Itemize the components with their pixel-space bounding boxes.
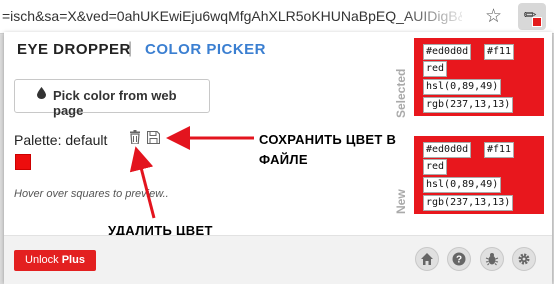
new-rgb[interactable]: rgb(237,13,13) bbox=[423, 195, 514, 211]
selected-hex[interactable]: #ed0d0d bbox=[423, 44, 472, 60]
selected-rgb[interactable]: rgb(237,13,13) bbox=[423, 97, 514, 113]
selected-name[interactable]: red bbox=[423, 61, 448, 77]
selected-color-panel: Selected #ed0d0d #f11 red hsl(0,89,49) r… bbox=[394, 38, 544, 118]
help-icon: ? bbox=[452, 252, 466, 266]
settings-button[interactable] bbox=[512, 247, 536, 271]
new-name[interactable]: red bbox=[423, 159, 448, 175]
new-hex[interactable]: #ed0d0d bbox=[423, 142, 472, 158]
url-fade bbox=[400, 0, 470, 33]
new-color-panel: New #ed0d0d #f11 red hsl(0,89,49) rgb(23… bbox=[394, 136, 544, 214]
help-button[interactable]: ? bbox=[447, 247, 471, 271]
selected-hsl[interactable]: hsl(0,89,49) bbox=[423, 79, 502, 95]
unlock-prefix: Unlock bbox=[25, 254, 62, 266]
unlock-plus: Plus bbox=[61, 254, 85, 266]
new-label: New bbox=[394, 189, 408, 214]
settings-icon bbox=[518, 253, 530, 265]
bug-button[interactable] bbox=[480, 247, 504, 271]
address-text[interactable]: =isch&sa=X&ved=0ahUKEwiEju6wqMfgAhXLR5oK… bbox=[2, 8, 462, 24]
save-annotation: СОХРАНИТЬ ЦВЕТ В ФАЙЛЕ bbox=[259, 132, 397, 167]
svg-text:?: ? bbox=[456, 255, 462, 266]
selected-label: Selected bbox=[394, 68, 408, 118]
selected-short-hex[interactable]: #f11 bbox=[484, 44, 515, 60]
current-color-indicator bbox=[532, 17, 542, 27]
home-icon bbox=[421, 253, 433, 265]
delete-arrow bbox=[129, 146, 156, 219]
popup-footer: Unlock Plus ? bbox=[4, 235, 552, 284]
extension-popup: EYE DROPPER | COLOR PICKER Pick color fr… bbox=[4, 32, 552, 284]
eye-dropper-extension-button[interactable]: ✎ bbox=[518, 3, 546, 30]
unlock-plus-button[interactable]: Unlock Plus bbox=[14, 250, 96, 271]
bug-icon bbox=[485, 253, 499, 266]
new-short-hex[interactable]: #f11 bbox=[484, 142, 515, 158]
home-button[interactable] bbox=[415, 247, 439, 271]
browser-url-bar: =isch&sa=X&ved=0ahUKEwiEju6wqMfgAhXLR5oK… bbox=[0, 0, 554, 34]
new-hsl[interactable]: hsl(0,89,49) bbox=[423, 177, 502, 193]
star-icon[interactable]: ☆ bbox=[485, 5, 502, 28]
